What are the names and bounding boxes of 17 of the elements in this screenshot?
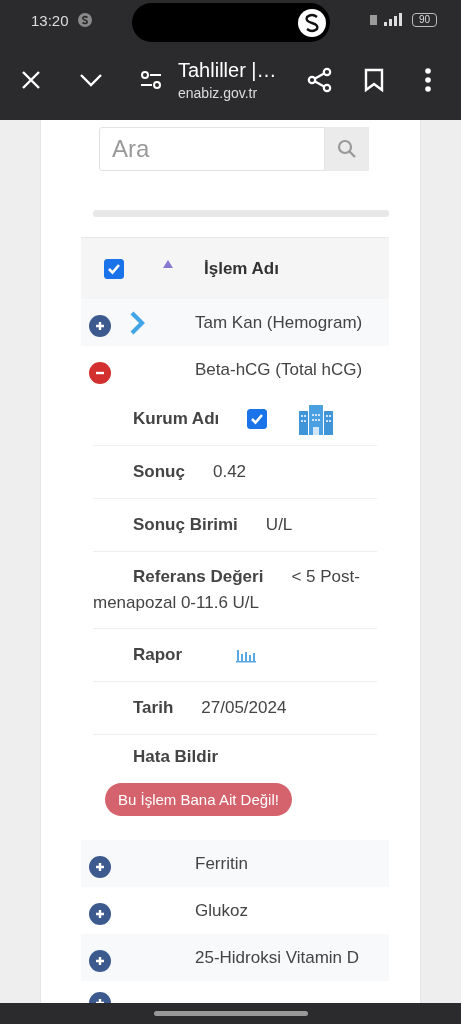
field-label: Rapor xyxy=(133,645,183,665)
battery-indicator: 90 xyxy=(411,13,437,27)
test-name[interactable]: Ferritin xyxy=(195,853,248,874)
page-url: enabiz.gov.tr xyxy=(178,85,259,101)
field-label: Hata Bildir xyxy=(133,747,219,767)
test-name[interactable]: Glukoz xyxy=(195,900,248,921)
field-text: Tarih 27/05/2024 xyxy=(132,697,287,719)
field-text: Referans Değeri < 5 Post-menapozal 0-11.6 U/L xyxy=(93,566,361,614)
clock: 13:20 xyxy=(31,11,69,29)
field-text: Sonuç 0.42 xyxy=(132,461,247,483)
search-field[interactable]: Ara xyxy=(99,127,325,171)
test-name[interactable]: Beta-hCG (Total hCG) xyxy=(195,359,363,380)
report-error-button[interactable]: Bu İşlem Bana Ait Değil! xyxy=(105,783,292,816)
column-header[interactable]: İşlem Adı xyxy=(204,258,279,279)
field-label: Kurum Adı xyxy=(133,409,220,429)
page-title: Tahliller |… xyxy=(178,59,278,82)
field-text: Sonuç Birimi U/L xyxy=(132,514,293,536)
